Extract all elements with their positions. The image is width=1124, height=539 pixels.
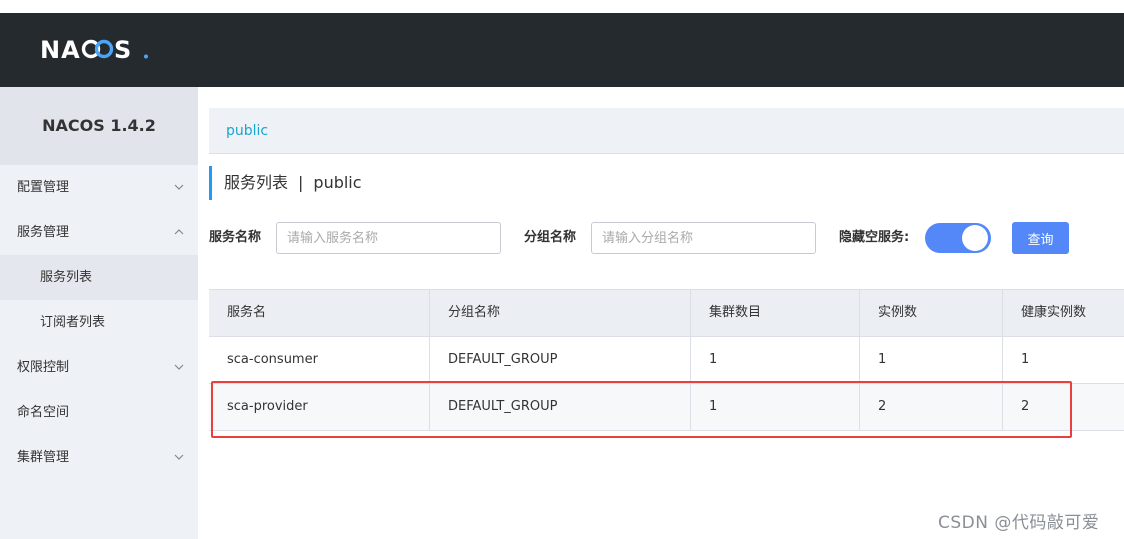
cluster-count-cell: 1 <box>691 384 860 430</box>
service-name-cell: sca-consumer <box>209 337 430 383</box>
page-title: 服务列表 | public <box>209 166 362 200</box>
top-header: NA S <box>0 13 1124 87</box>
sidebar-item-service-list[interactable]: 服务列表 <box>0 255 198 300</box>
healthy-instance-count-cell: 1 <box>1021 352 1030 367</box>
svg-text:NA: NA <box>40 36 81 64</box>
sidebar-item-label: 权限控制 <box>17 360 70 375</box>
chevron-down-icon <box>174 454 184 460</box>
chevron-up-icon <box>174 229 184 235</box>
service-name-input[interactable] <box>276 222 501 254</box>
watermark-text: CSDN @代码敲可爱 <box>938 513 1100 533</box>
sidebar-item-namespace[interactable]: 命名空间 <box>0 390 198 435</box>
column-header-group-name[interactable]: 分组名称 <box>430 290 691 336</box>
svg-text:S: S <box>114 36 131 64</box>
cluster-count-cell: 1 <box>691 337 860 383</box>
sidebar-item-label: 订阅者列表 <box>40 315 106 330</box>
main-content: public 服务列表 | public 服务名称 分组名称 隐藏空服务: 查询 服… <box>198 87 1124 539</box>
sidebar-item-permission[interactable]: 权限控制 <box>0 345 198 390</box>
table-row[interactable]: sca-provider DEFAULT_GROUP 1 2 2 <box>209 384 1124 431</box>
group-name-cell: DEFAULT_GROUP <box>430 384 691 430</box>
chevron-down-icon <box>174 364 184 370</box>
page-title-text: 服务列表 <box>224 173 289 192</box>
namespace-link[interactable]: public <box>226 108 268 154</box>
sidebar-item-subscribers[interactable]: 订阅者列表 <box>0 300 198 345</box>
chevron-down-icon <box>174 184 184 190</box>
service-table: 服务名 分组名称 集群数目 实例数 健康实例数 sca-consumer DEF… <box>209 289 1124 431</box>
top-margin <box>0 0 1124 13</box>
namespace-breadcrumb: public <box>209 108 1124 154</box>
sidebar-item-label: 配置管理 <box>17 180 70 195</box>
sidebar-item-label: 命名空间 <box>17 405 70 420</box>
column-header-healthy-instance-count[interactable]: 健康实例数 <box>1003 290 1124 336</box>
healthy-instance-count-cell: 2 <box>1021 399 1030 414</box>
page-title-namespace: public <box>313 173 362 192</box>
sidebar-item-config[interactable]: 配置管理 <box>0 165 198 210</box>
sidebar-item-service[interactable]: 服务管理 <box>0 210 198 255</box>
hide-empty-toggle[interactable] <box>925 223 991 253</box>
sidebar-title: NACOS 1.4.2 <box>0 87 198 165</box>
nacos-logo[interactable]: NA S <box>40 34 150 64</box>
query-button[interactable]: 查询 <box>1012 222 1069 254</box>
sidebar-item-label: 集群管理 <box>17 450 70 465</box>
sidebar-item-label: 服务管理 <box>17 225 70 240</box>
service-name-label: 服务名称 <box>209 230 262 245</box>
group-name-label: 分组名称 <box>524 230 577 245</box>
page-title-separator: | <box>298 173 304 192</box>
toggle-knob <box>962 225 988 251</box>
column-header-cluster-count[interactable]: 集群数目 <box>691 290 860 336</box>
column-header-service-name[interactable]: 服务名 <box>209 290 430 336</box>
sidebar-item-label: 服务列表 <box>40 270 93 285</box>
instance-count-cell: 2 <box>860 384 1003 430</box>
hide-empty-label: 隐藏空服务: <box>839 230 910 245</box>
group-name-cell: DEFAULT_GROUP <box>430 337 691 383</box>
sidebar-item-cluster[interactable]: 集群管理 <box>0 435 198 480</box>
column-header-instance-count[interactable]: 实例数 <box>860 290 1003 336</box>
table-row[interactable]: sca-consumer DEFAULT_GROUP 1 1 1 <box>209 337 1124 384</box>
table-header-row: 服务名 分组名称 集群数目 实例数 健康实例数 <box>209 290 1124 337</box>
service-name-cell: sca-provider <box>209 384 430 430</box>
sidebar: NACOS 1.4.2 配置管理 服务管理 服务列表 订阅者列表 权限控制 命名… <box>0 87 198 539</box>
instance-count-cell: 1 <box>860 337 1003 383</box>
group-name-input[interactable] <box>591 222 816 254</box>
